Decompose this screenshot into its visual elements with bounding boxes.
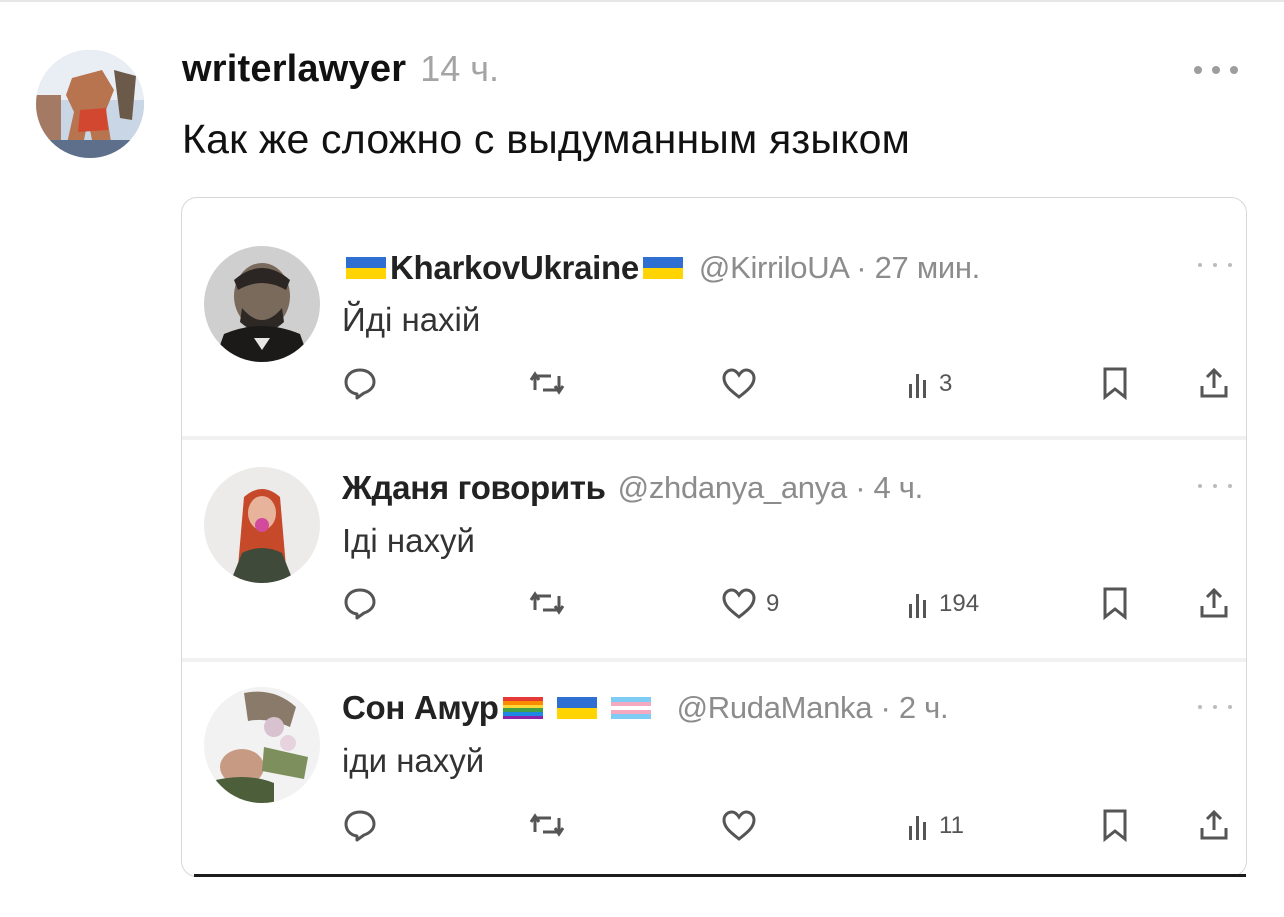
reply-icon [342,366,378,400]
likes-stat: 9 [720,587,779,621]
bookmark-icon [1100,586,1130,620]
tweet-handle-time: @KirriloUA · 27 мин. [698,250,980,285]
author-username[interactable]: writerlawyer [182,48,406,91]
rainbow-flag-icon [502,697,543,719]
post-text: Как же сложно с выдуманным языком [182,116,911,162]
embedded-tweet: Сон Амур @RudaManka · 2 ч. іди нахуй 11 [182,662,1246,876]
ellipsis-icon [1198,261,1232,269]
tweet-header: KharkovUkraine @KirriloUA · 27 мин. [342,247,980,289]
retweet-icon [527,810,567,840]
ellipsis-icon [1198,482,1232,490]
bookmark-icon [1100,808,1130,842]
ellipsis-icon[interactable] [1194,60,1238,80]
views-icon [909,816,926,840]
ukraine-flag-icon [556,697,597,719]
embedded-tweet: Жданя говорить @zhdanya_anya · 4 ч. Іді … [182,440,1246,660]
share-icon [1198,366,1230,400]
retweet-icon [527,368,567,398]
top-divider [0,0,1284,2]
views-count: 11 [939,812,964,839]
views-stat: 194 [907,590,979,618]
ukraine-flag-icon [642,257,683,279]
tweet-display-name: Жданя говорить [342,469,606,506]
tweet-text: Йді нахій [342,301,481,338]
ukraine-flag-icon [346,257,386,279]
likes-count: 9 [766,590,780,617]
views-stat: 11 [907,812,964,840]
like-icon [720,367,758,401]
tweet-handle-time: @zhdanya_anya · 4 ч. [617,470,924,505]
post-timestamp: 14 ч. [420,48,499,89]
views-count: 194 [939,590,980,617]
tweet-display-name: KharkovUkraine [390,249,639,286]
post-header: writerlawyer 14 ч. [182,48,499,96]
embedded-image[interactable]: KharkovUkraine @KirriloUA · 27 мин. Йді … [181,197,1247,877]
views-count: 3 [939,370,953,397]
views-icon [909,594,926,618]
reply-icon [342,808,378,842]
tweet-text: іди нахуй [342,742,485,779]
tweet-avatar [204,467,320,583]
reply-icon [342,586,378,620]
trans-flag-icon [610,697,651,719]
tweet-avatar [204,687,320,803]
tweet-header: Жданя говорить @zhdanya_anya · 4 ч. [342,467,923,509]
bookmark-icon [1100,366,1130,400]
threads-post-page: writerlawyer 14 ч. Как же сложно с выдум… [0,0,1284,917]
author-avatar[interactable] [36,50,144,158]
ellipsis-icon [1198,703,1232,711]
tweet-text: Іді нахуй [342,522,475,559]
tweet-handle-time: @RudaManka · 2 ч. [676,690,949,725]
tweet-avatar [204,246,320,362]
like-icon [720,809,758,843]
image-bottom-edge [194,874,1246,877]
tweet-header: Сон Амур @RudaManka · 2 ч. [342,687,949,729]
retweet-icon [527,588,567,618]
like-icon [722,588,756,619]
avatar-image [36,50,144,158]
share-icon [1198,586,1230,620]
tweet-display-name: Сон Амур [342,689,499,726]
share-icon [1198,808,1230,842]
embedded-tweet: KharkovUkraine @KirriloUA · 27 мин. Йді … [182,198,1246,438]
views-icon [909,374,926,398]
views-stat: 3 [907,370,952,398]
